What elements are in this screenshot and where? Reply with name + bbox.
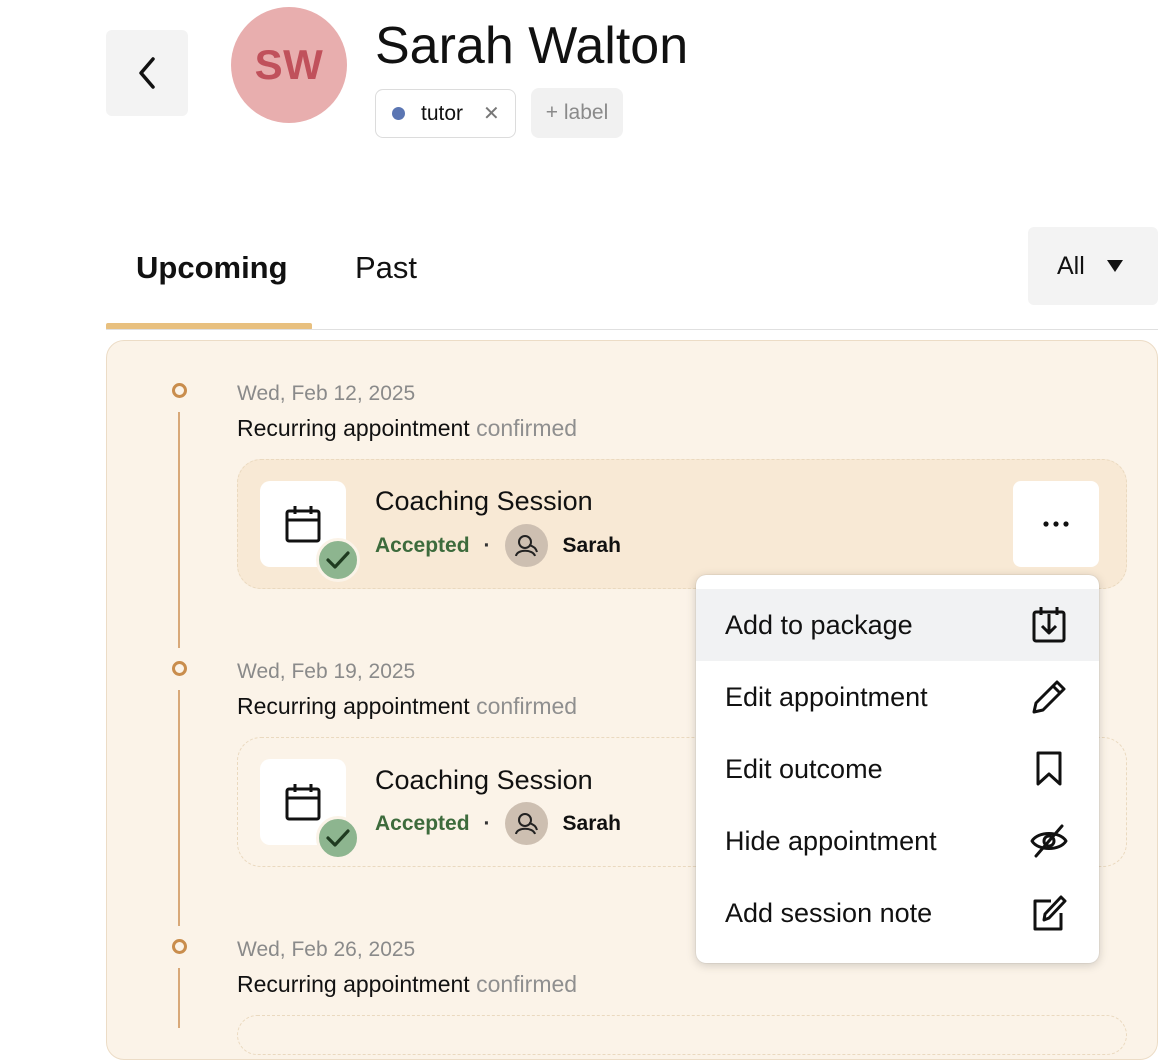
event-date: Wed, Feb 26, 2025 — [237, 938, 416, 961]
avatar: SW — [231, 7, 347, 123]
chevron-left-icon — [139, 57, 155, 89]
event-type: Recurring appointment — [237, 415, 470, 441]
event-date: Wed, Feb 12, 2025 — [237, 382, 416, 405]
timeline-dot — [172, 383, 187, 398]
menu-item-label: Hide appointment — [725, 825, 937, 856]
event-status: confirmed — [476, 415, 578, 441]
label-text: tutor — [421, 101, 464, 125]
menu-item-edit-outcome[interactable]: Edit outcome — [696, 733, 1099, 805]
eye-off-icon — [1029, 821, 1069, 861]
note-edit-icon — [1029, 893, 1069, 933]
menu-item-hide-appointment[interactable]: Hide appointment — [696, 805, 1099, 877]
timeline-connector — [178, 690, 180, 926]
back-button[interactable] — [106, 30, 188, 116]
remove-label-icon[interactable]: ✕ — [483, 101, 500, 126]
event-description: Recurring appointment confirmed — [237, 693, 577, 720]
menu-item-edit-appointment[interactable]: Edit appointment — [696, 661, 1099, 733]
timeline-dot — [172, 661, 187, 676]
pencil-icon — [1029, 677, 1069, 717]
menu-item-label: Edit outcome — [725, 753, 883, 784]
more-options-button[interactable] — [1013, 481, 1099, 567]
appointment-owner: Sarah — [562, 811, 621, 835]
appointment-options-menu: Add to package Edit appointment Edit out… — [696, 575, 1099, 963]
appointment-meta: Accepted · Sarah — [375, 802, 621, 845]
bookmark-icon — [1029, 749, 1069, 789]
package-download-icon — [1029, 605, 1069, 645]
event-status: confirmed — [476, 971, 578, 997]
event-date: Wed, Feb 19, 2025 — [237, 660, 416, 683]
owner-avatar — [504, 524, 548, 567]
user-icon — [515, 534, 539, 556]
label-color-dot — [392, 107, 405, 120]
appointment-title: Coaching Session — [375, 765, 593, 795]
event-type: Recurring appointment — [237, 693, 470, 719]
timeline-dot — [172, 939, 187, 954]
calendar-icon — [285, 506, 321, 543]
accepted-badge — [316, 538, 360, 582]
meta-separator: · — [483, 533, 491, 557]
event-description: Recurring appointment confirmed — [237, 415, 577, 442]
calendar-icon — [285, 784, 321, 821]
timeline-connector — [178, 968, 180, 1028]
filter-selected-value: All — [1057, 251, 1085, 280]
check-icon — [326, 829, 350, 847]
menu-item-label: Add to package — [725, 609, 913, 640]
event-description: Recurring appointment confirmed — [237, 971, 577, 998]
event-type: Recurring appointment — [237, 971, 470, 997]
meta-separator: · — [483, 811, 491, 835]
menu-item-label: Add session note — [725, 897, 933, 928]
menu-item-add-to-package[interactable]: Add to package — [696, 589, 1099, 661]
event-status: confirmed — [476, 693, 578, 719]
menu-item-label: Edit appointment — [725, 681, 928, 712]
tab-upcoming[interactable]: Upcoming — [136, 250, 288, 286]
user-icon — [515, 812, 539, 834]
appointment-card[interactable] — [237, 459, 1127, 589]
timeline-connector — [178, 412, 180, 648]
menu-item-add-session-note[interactable]: Add session note — [696, 877, 1099, 949]
check-icon — [326, 551, 350, 569]
filter-dropdown[interactable]: All — [1028, 227, 1158, 305]
appointment-card[interactable] — [237, 1015, 1127, 1055]
caret-down-icon — [1106, 260, 1123, 272]
tabs-divider — [106, 329, 1158, 330]
label-chip: tutor ✕ — [375, 89, 516, 138]
add-label-button[interactable]: + label — [531, 88, 623, 138]
owner-avatar — [504, 802, 548, 845]
appointment-state: Accepted — [375, 811, 470, 835]
appointment-meta: Accepted · Sarah — [375, 524, 621, 567]
appointment-title: Coaching Session — [375, 486, 593, 516]
tab-past[interactable]: Past — [355, 250, 417, 286]
accepted-badge — [316, 816, 360, 860]
appointment-owner: Sarah — [562, 533, 621, 557]
appointment-state: Accepted — [375, 533, 470, 557]
page-title: Sarah Walton — [375, 17, 689, 75]
more-horizontal-icon — [1043, 521, 1069, 527]
avatar-initials: SW — [254, 41, 324, 88]
